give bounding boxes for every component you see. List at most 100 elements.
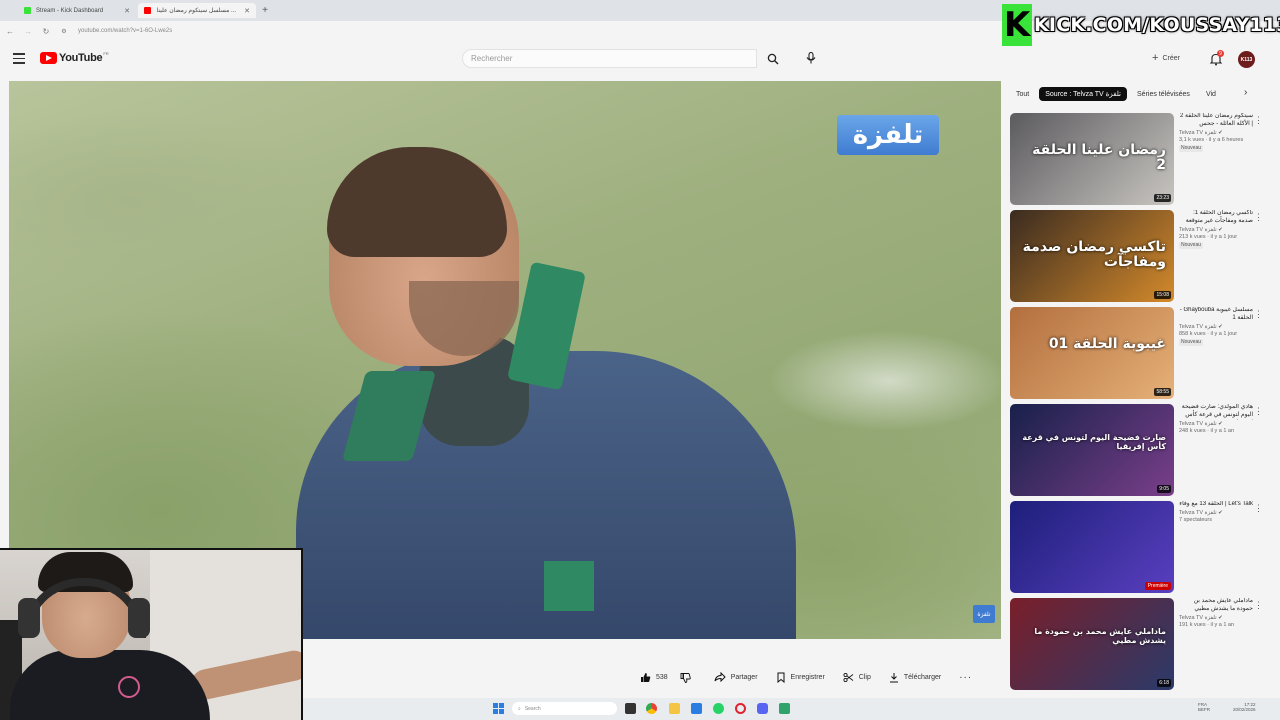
youtube-logo[interactable]: YouTube FR [40,50,109,64]
recommendation-channel[interactable]: Telvza TV تلفزة ✔ [1179,615,1253,622]
task-view-icon[interactable] [625,703,636,714]
recommendation-title[interactable]: Let's Talk | الحلقة 13 مع وفاء [1179,501,1253,509]
save-button[interactable]: Enregistrer [776,672,825,683]
clip-button[interactable]: Clip [843,672,871,683]
recommendation-channel[interactable]: Telvza TV تلفزة ✔ [1179,130,1253,137]
dislike-button[interactable] [680,672,696,683]
keyboard-layout: BEFR [1198,707,1211,713]
recommendation-thumbnail[interactable]: غيبوبة الحلقة 01 58:55 [1010,307,1174,399]
save-label: Enregistrer [790,673,825,681]
recommendation-thumbnail[interactable]: رمضان علينا الحلقة 2 23:23 [1010,113,1174,205]
video-duration: 23:23 [1154,194,1171,202]
tab-youtube-video[interactable]: ... مسلسل سيتكوم رمضان علينا الحلقة 2 (9… [138,3,256,18]
recommendation-title[interactable]: سيتكوم رمضان علينا الحلقة 2 | الأكلة الع… [1179,113,1253,129]
chip-tv-series[interactable]: Séries télévisées [1131,88,1196,101]
recommendation-item[interactable]: غيبوبة الحلقة 01 58:55 مسلسل غيبوبة Ghaybo… [1010,307,1270,400]
more-options-icon[interactable]: ⋮ [1254,406,1263,417]
search-icon [767,53,779,64]
recommendation-thumbnail[interactable]: Première [1010,501,1174,593]
recommendation-title[interactable]: تاكسي رمضان الحلقة 1: صدمة ومفاجآت غير م… [1179,210,1253,226]
new-badge: Nouveau [1179,145,1204,153]
recommendation-channel[interactable]: Telvza TV تلفزة ✔ [1179,324,1253,331]
recommendation-item[interactable]: تاكسي رمضان صدمة ومفاجآت 15:08 تاكسي رمضان… [1010,210,1270,303]
share-button[interactable]: Partager [714,672,758,682]
voice-search-button[interactable] [803,50,819,66]
chevron-right-icon[interactable]: › [1244,87,1247,98]
recommendation-title[interactable]: مسلسل غيبوبة Ghaybouba - الحلقة 1 [1179,307,1253,323]
close-tab-icon[interactable]: ✕ [124,7,130,15]
kick-logo-icon: K [1002,4,1032,46]
url-field[interactable]: youtube.com/watch?v=1-6O-Lwe2s [78,28,172,34]
reload-icon[interactable]: ↻ [40,27,52,36]
forward-icon[interactable]: → [22,27,34,36]
recommendation-info: ماداملي عايش محمد بن حمودة ما يشدش مطيي T… [1179,598,1253,629]
search-input[interactable]: Rechercher [462,49,757,68]
opera-icon[interactable] [735,703,746,714]
user-avatar[interactable]: K113 [1238,51,1255,68]
recommendation-info: Let's Talk | الحلقة 13 مع وفاء Telvza TV … [1179,501,1253,525]
recommendation-thumbnail[interactable]: تاكسي رمضان صدمة ومفاجآت 15:08 [1010,210,1174,302]
recommendation-thumbnail[interactable]: ماداملي عايش محمد بن حمودة ما يشدش مطيي 6… [1010,598,1174,690]
like-button[interactable]: 538 [640,672,668,683]
channel-name: Telvza TV تلفزة [1179,421,1217,427]
recommendation-meta: 213 k vues · il y a 1 jour [1179,234,1238,241]
app-icon[interactable] [779,703,790,714]
channel-watermark-logo: تلفزة [837,115,939,155]
country-code: FR [103,50,109,56]
create-button[interactable]: + Créer [1152,52,1180,64]
chip-videos[interactable]: Vid [1200,88,1222,101]
thumbnail-title-text: ماداملي عايش محمد بن حمودة ما يشدش مطيي [1034,627,1166,645]
recommendation-info: تاكسي رمضان الحلقة 1: صدمة ومفاجآت غير م… [1179,210,1253,250]
hamburger-menu-icon[interactable] [13,53,25,64]
recommendation-channel[interactable]: Telvza TV تلفزة ✔ [1179,510,1253,517]
video-duration: 58:55 [1154,388,1171,396]
more-options-icon[interactable]: ⋮ [1254,600,1263,611]
chrome-icon[interactable] [646,703,657,714]
recommendation-channel[interactable]: Telvza TV تلفزة ✔ [1179,227,1253,234]
new-badge: Nouveau [1179,339,1204,347]
more-options-icon[interactable]: ⋮ [1254,115,1263,126]
new-tab-button[interactable]: + [258,3,272,18]
chip-source-telvza[interactable]: Source : Telvza TV تلفزة [1039,87,1128,101]
file-explorer-icon[interactable] [669,703,680,714]
youtube-favicon-icon [144,7,151,14]
taskbar-search-input[interactable]: ⌕ Search [512,702,617,715]
recommendation-meta: 191 k vues · il y a 1 an [1179,622,1235,629]
more-options-icon[interactable]: ⋮ [1254,212,1263,223]
close-tab-icon[interactable]: ✕ [244,7,250,15]
channel-name: Telvza TV تلفزة [1179,226,1217,233]
recommendation-item[interactable]: صارت فضيحة اليوم لتونس في قرعة كأس إفريق… [1010,404,1270,497]
download-button[interactable]: Télécharger [889,672,941,683]
recommendation-title[interactable]: هادي المولدي: صارت فضيحة اليوم لتونس في … [1179,404,1253,420]
discord-icon[interactable] [757,703,768,714]
kick-overlay: K KICK.COM/KOUSSAY113 [1002,4,1280,46]
verified-icon: ✔ [1218,421,1223,427]
more-options-icon[interactable]: ⋮ [1254,309,1263,320]
channel-name: Telvza TV تلفزة [1179,129,1217,136]
store-icon[interactable] [691,703,702,714]
clock-date: 20/02/2026 [1233,707,1256,713]
recommendation-thumbnail[interactable]: صارت فضيحة اليوم لتونس في قرعة كأس إفريق… [1010,404,1174,496]
site-info-icon[interactable]: ⚙ [58,28,70,35]
whatsapp-icon[interactable] [713,703,724,714]
bookmark-icon [777,672,785,683]
windows-start-icon[interactable] [493,703,504,714]
recommendation-item[interactable]: ماداملي عايش محمد بن حمودة ما يشدش مطيي 6… [1010,598,1270,691]
recommendation-channel[interactable]: Telvza TV تلفزة ✔ [1179,421,1253,428]
input-language[interactable]: FRA BEFR [1198,702,1210,713]
recommendation-item[interactable]: رمضان علينا الحلقة 2 23:23 سيتكوم رمضان عل… [1010,113,1270,206]
back-icon[interactable]: ← [4,27,16,36]
more-actions-button[interactable]: ··· [959,672,972,683]
download-label: Télécharger [903,673,942,681]
kick-channel-url: KICK.COM/KOUSSAY113 [1034,14,1280,36]
recommendation-item[interactable]: Première Let's Talk | الحلقة 13 مع وفاء Te… [1010,501,1270,594]
recommendation-meta: 3,1 k vues · il y a 6 heures [1179,137,1244,144]
search-button[interactable] [757,49,789,68]
recommendation-title[interactable]: ماداملي عايش محمد بن حمودة ما يشدش مطيي [1179,598,1253,614]
more-options-icon[interactable]: ⋮ [1254,503,1263,514]
chip-all[interactable]: Tout [1010,88,1035,101]
tab-kick-dashboard[interactable]: Stream - Kick Dashboard ✕ [18,3,136,18]
thumbnail-title-text: صارت فضيحة اليوم لتونس في قرعة كأس إفريق… [1022,433,1166,451]
recommendation-meta: 858 k vues · il y a 1 jour [1179,331,1238,338]
taskbar-clock[interactable]: 17:22 20/02/2026 [1233,702,1256,713]
